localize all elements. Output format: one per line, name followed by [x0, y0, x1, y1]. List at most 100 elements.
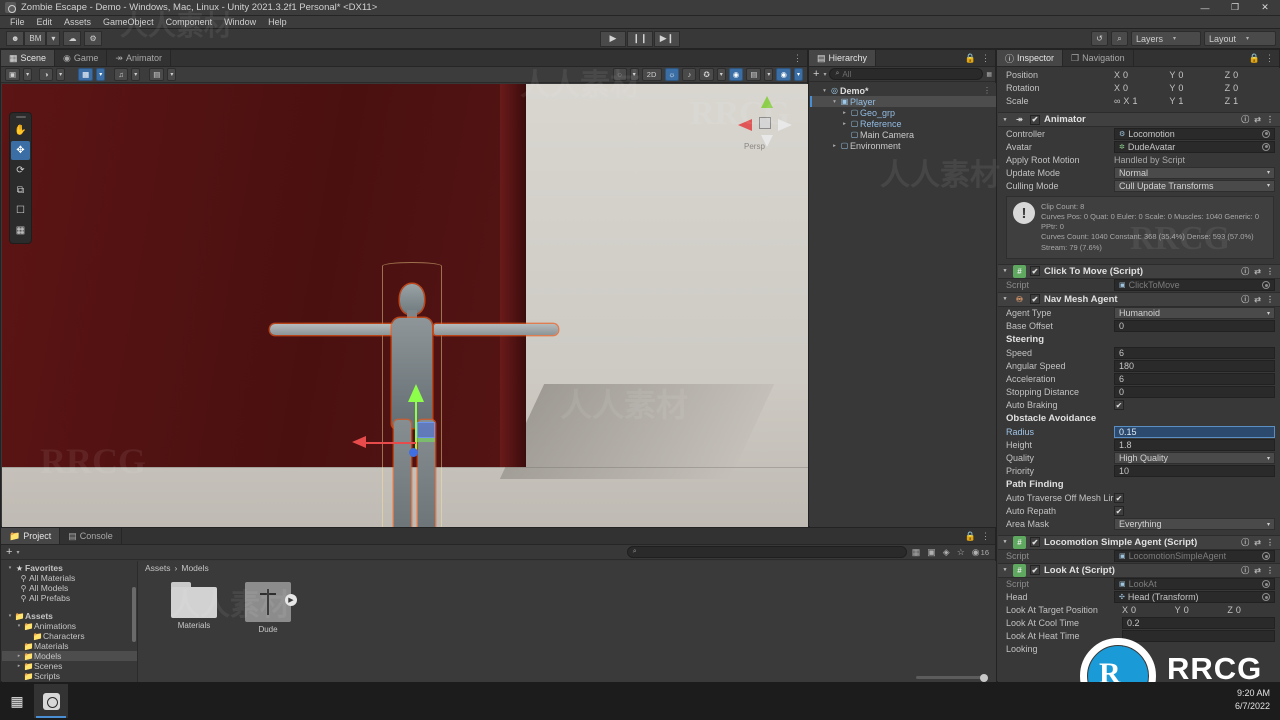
project-tree-animations[interactable]: ▾ 📁 Animations	[2, 621, 137, 631]
animator-enabled-checkbox[interactable]: ✔	[1030, 114, 1040, 125]
height-row[interactable]: Height 1.8	[998, 439, 1280, 452]
menu-item-assets[interactable]: Assets	[58, 16, 97, 29]
minimize-button[interactable]: —	[1190, 0, 1220, 16]
project-tree-all-models[interactable]: ⚲ All Models	[2, 583, 137, 593]
hierarchy-item-main-camera[interactable]: ▢ Main Camera	[810, 129, 996, 140]
close-button[interactable]: ✕	[1250, 0, 1280, 16]
menu-item-gameobject[interactable]: GameObject	[97, 16, 160, 29]
type-filter-icon[interactable]: ▣	[925, 547, 938, 558]
rotation-z-value[interactable]: 0	[1233, 83, 1276, 93]
move-gizmo-xz-plane[interactable]	[417, 422, 435, 438]
camera-caret-icon[interactable]: ▾	[764, 68, 774, 81]
fx-button[interactable]: ✪	[699, 68, 714, 81]
animator-component-header[interactable]: ▾ ↠ ✔ Animator ⓘ ⇄ ⋮	[998, 112, 1280, 127]
quality-row[interactable]: Quality High Quality ▾	[998, 452, 1280, 465]
transform-scale-row[interactable]: Scale ∞ X 1 Y1 Z1	[998, 94, 1280, 107]
favorite-icon[interactable]: ☆	[955, 547, 967, 558]
move-gizmo-x-arrow[interactable]	[352, 436, 366, 448]
component-menu-icon[interactable]: ⋮	[1266, 295, 1274, 304]
agent-type-row[interactable]: Agent Type Humanoid ▾	[998, 307, 1280, 320]
priority-input[interactable]: 10	[1114, 465, 1275, 478]
preset-icon[interactable]: ⇄	[1254, 566, 1261, 575]
window-controls[interactable]: — ❐ ✕	[1190, 0, 1280, 16]
auto-braking-row[interactable]: Auto Braking ✔	[998, 399, 1280, 412]
looking-checkbox[interactable]	[1122, 644, 1132, 655]
base-offset-row[interactable]: Base Offset 0	[998, 320, 1280, 333]
save-filter-icon[interactable]: ▦	[910, 547, 923, 558]
stopping-distance-input[interactable]: 0	[1114, 386, 1275, 399]
player-character[interactable]	[264, 194, 564, 527]
account-avatar-icon[interactable]: ☻	[6, 31, 25, 46]
project-tree-favorites[interactable]: ▾ ★ Favorites	[2, 563, 137, 573]
gizmo-y-cone[interactable]	[761, 96, 773, 108]
look-at-head-row[interactable]: Head ✣ Head (Transform)	[998, 591, 1280, 604]
auto-repath-checkbox[interactable]: ✔	[1114, 506, 1124, 517]
scale-x-value[interactable]: 1	[1132, 96, 1165, 106]
priority-row[interactable]: Priority 10	[998, 465, 1280, 478]
create-asset-caret-icon[interactable]: ▾	[16, 549, 19, 556]
scale-tool-icon[interactable]: ⧉	[11, 181, 30, 200]
look-at-cool-time-row[interactable]: Look At Cool Time 0.2	[998, 617, 1280, 630]
asset-item-materials[interactable]: Materials	[164, 582, 224, 634]
component-menu-icon[interactable]: ⋮	[1266, 566, 1274, 575]
gizmo-neg-x-cone[interactable]	[778, 119, 792, 131]
nav-mesh-agent-component-header[interactable]: ▾ ♾ ✔ Nav Mesh Agent ⓘ ⇄ ⋮	[998, 291, 1280, 307]
radius-row[interactable]: Radius 0.15	[998, 426, 1280, 439]
rect-tool-icon[interactable]: ☐	[11, 201, 30, 220]
component-menu-icon[interactable]: ⋮	[1266, 538, 1274, 547]
expand-arrow-icon[interactable]: ▾	[6, 613, 14, 619]
scene-viewport[interactable]: ✋ ✥ ⟳ ⧉ ☐ ▦ Persp	[2, 84, 808, 527]
hierarchy-item-demo[interactable]: ▾ ◎ Demo* ⋮	[810, 85, 996, 96]
transform-rotation-row[interactable]: Rotation X0 Y0 Z0	[998, 81, 1280, 94]
move-gizmo-y-arrow[interactable]	[408, 384, 424, 402]
help-icon[interactable]: ⓘ	[1241, 266, 1249, 277]
speed-row[interactable]: Speed 6	[998, 347, 1280, 360]
lock-icon[interactable]: 🔒	[965, 53, 976, 64]
collapse-arrow-icon[interactable]: ▾	[1001, 567, 1009, 573]
help-icon[interactable]: ⓘ	[1241, 114, 1249, 125]
look-at-component-header[interactable]: ▾ # ✔ Look At (Script) ⓘ ⇄ ⋮	[998, 562, 1280, 578]
taskbar-unity-icon[interactable]	[34, 684, 68, 718]
tab-navigation[interactable]: ❒ Navigation	[1063, 50, 1134, 66]
target-y-value[interactable]: 0	[1184, 605, 1224, 615]
culling-mode-dropdown[interactable]: Cull Update Transforms ▾	[1114, 179, 1275, 192]
heat-time-input[interactable]	[1122, 630, 1275, 643]
click-to-move-enabled-checkbox[interactable]: ✔	[1030, 266, 1040, 277]
component-menu-icon[interactable]: ⋮	[1266, 115, 1274, 124]
scene-orientation-gizmo[interactable]: Persp	[732, 90, 798, 156]
hierarchy-item-geo-grp[interactable]: ▸ ▢ Geo_grp	[810, 107, 996, 118]
panel-menu-icon[interactable]: ⋮	[793, 53, 802, 64]
project-tree-scrollbar[interactable]	[132, 587, 136, 642]
help-icon[interactable]: ⓘ	[1241, 565, 1249, 576]
audio-toggle-button[interactable]: ♫	[114, 68, 129, 81]
expand-arrow-icon[interactable]: ▾	[15, 623, 23, 629]
area-mask-row[interactable]: Area Mask Everything ▾	[998, 518, 1280, 531]
project-tree-materials[interactable]: 📁 Materials	[2, 641, 137, 651]
2d-button[interactable]: 2D	[641, 68, 662, 81]
account-caret-icon[interactable]: ▾	[46, 31, 61, 46]
draw-mode-caret-icon[interactable]: ▾	[56, 68, 66, 81]
auto-braking-checkbox[interactable]: ✔	[1114, 400, 1124, 411]
gear-icon[interactable]: ⚙	[84, 31, 102, 46]
tab-console[interactable]: ▤ Console	[60, 528, 122, 544]
cool-time-input[interactable]: 0.2	[1122, 617, 1275, 630]
tab-inspector[interactable]: ⓘ Inspector	[997, 50, 1064, 66]
preset-icon[interactable]: ⇄	[1254, 267, 1261, 276]
project-folder-tree[interactable]: ▾ ★ Favorites ⚲ All Materials ⚲ All Mode…	[2, 561, 138, 682]
audio-toggle-caret-icon[interactable]: ▾	[131, 68, 141, 81]
animator-update-mode-row[interactable]: Update Mode Normal ▾	[998, 166, 1280, 179]
tab-hierarchy[interactable]: ▤ Hierarchy	[809, 50, 877, 66]
agent-type-dropdown[interactable]: Humanoid ▾	[1114, 307, 1275, 320]
project-search-input[interactable]: ⌕	[626, 546, 907, 558]
add-object-button[interactable]: +	[812, 68, 820, 80]
windows-start-icon[interactable]: ▦	[6, 690, 28, 712]
panel-menu-icon[interactable]: ⋮	[1265, 53, 1274, 64]
project-tree-scripts[interactable]: 📁 Scripts	[2, 671, 137, 681]
tab-project[interactable]: 📁 Project	[1, 528, 61, 544]
gizmo-center-cube[interactable]	[759, 117, 771, 129]
target-z-value[interactable]: 0	[1236, 605, 1276, 615]
gizmo-persp-label[interactable]: Persp	[744, 142, 765, 151]
position-y-value[interactable]: 0	[1178, 70, 1220, 80]
layers-dropdown[interactable]: Layers ▾	[1131, 31, 1201, 46]
layout-dropdown[interactable]: Layout ▾	[1204, 31, 1276, 46]
